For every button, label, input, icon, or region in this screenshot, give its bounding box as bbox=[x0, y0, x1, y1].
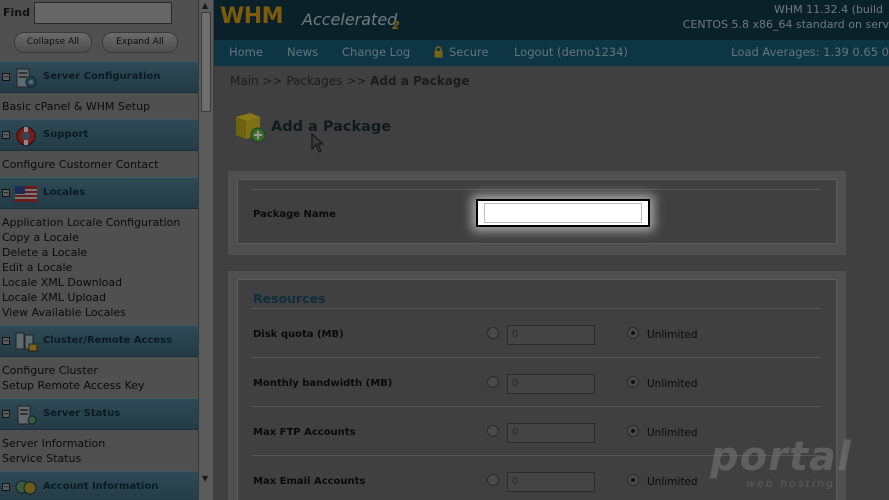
nav-logout[interactable]: Logout (demo1234) bbox=[514, 45, 628, 59]
scrollbar-thumb[interactable] bbox=[201, 12, 211, 112]
collapse-toggle-icon[interactable]: − bbox=[2, 410, 10, 418]
section-title: Locales bbox=[43, 187, 86, 198]
section-title: Support bbox=[43, 129, 89, 140]
expand-all-button[interactable]: Expand All bbox=[102, 32, 178, 53]
lifebuoy-icon bbox=[16, 126, 36, 146]
server-config-icon bbox=[16, 68, 37, 88]
section-support[interactable]: − Support bbox=[0, 119, 198, 151]
page-title: Add a Package bbox=[271, 119, 392, 135]
sidebar-link-basic-setup[interactable]: Basic cPanel & WHM Setup bbox=[2, 100, 150, 113]
divider bbox=[252, 406, 821, 407]
collapse-toggle-icon[interactable]: − bbox=[2, 337, 10, 345]
disk-quota-unlimited-radio[interactable] bbox=[627, 327, 639, 339]
monthly-bandwidth-label: Monthly bandwidth (MB) bbox=[253, 378, 393, 389]
section-server-configuration[interactable]: − Server Configuration bbox=[0, 61, 198, 93]
email-custom-radio[interactable] bbox=[487, 474, 499, 486]
bandwidth-custom-radio[interactable] bbox=[487, 376, 499, 388]
find-label: Find bbox=[3, 6, 30, 19]
sidebar-link-view-locales[interactable]: View Available Locales bbox=[2, 306, 126, 319]
section-server-status[interactable]: − Server Status bbox=[0, 398, 198, 430]
bandwidth-input[interactable]: 0 bbox=[507, 374, 595, 394]
section-locales[interactable]: − Locales bbox=[0, 177, 198, 209]
top-navbar: Home News Change Log Secure Logout (demo… bbox=[214, 40, 889, 66]
server-status-icon bbox=[17, 405, 37, 425]
package-name-input[interactable] bbox=[484, 203, 642, 223]
section-title: Server Configuration bbox=[43, 71, 161, 82]
sidebar-link-xml-download[interactable]: Locale XML Download bbox=[2, 276, 122, 289]
email-input[interactable]: 0 bbox=[507, 472, 595, 492]
logo-version: 2 bbox=[392, 19, 400, 32]
section-account-information[interactable]: − Account Information bbox=[0, 471, 198, 500]
sidebar-scrollbar[interactable]: ▲ ▼ bbox=[198, 0, 213, 500]
disk-quota-input[interactable]: 0 bbox=[507, 325, 595, 345]
logo-accelerated: Accelerated bbox=[302, 10, 398, 29]
ftp-unlimited-radio[interactable] bbox=[627, 425, 639, 437]
divider bbox=[252, 308, 821, 309]
max-ftp-label: Max FTP Accounts bbox=[253, 427, 356, 438]
sidebar-link-copy-locale[interactable]: Copy a Locale bbox=[2, 231, 79, 244]
collapse-toggle-icon[interactable]: − bbox=[2, 483, 10, 491]
section-title: Account Information bbox=[43, 481, 159, 492]
collapse-all-button[interactable]: Collapse All bbox=[14, 32, 92, 53]
package-name-label: Package Name bbox=[253, 209, 336, 220]
unlimited-label: Unlimited bbox=[647, 329, 698, 341]
sidebar-link-delete-locale[interactable]: Delete a Locale bbox=[2, 246, 87, 259]
disk-quota-label: Disk quota (MB) bbox=[253, 329, 344, 340]
ftp-custom-radio[interactable] bbox=[487, 425, 499, 437]
sidebar-link-customer-contact[interactable]: Configure Customer Contact bbox=[2, 158, 159, 171]
lock-icon bbox=[434, 46, 443, 58]
header: WHM Accelerated 2 WHM 11.32.4 (build CEN… bbox=[214, 0, 889, 40]
unlimited-label: Unlimited bbox=[647, 476, 698, 488]
cluster-lock-icon bbox=[15, 332, 38, 352]
sidebar-link-server-information[interactable]: Server Information bbox=[2, 437, 105, 450]
sidebar-link-configure-cluster[interactable]: Configure Cluster bbox=[2, 364, 98, 377]
load-averages: Load Averages: 1.39 0.65 0 bbox=[731, 45, 889, 59]
divider bbox=[252, 357, 821, 358]
scroll-down-arrow-icon[interactable]: ▼ bbox=[202, 474, 208, 483]
logo-whm: WHM bbox=[220, 4, 284, 29]
sidebar-link-edit-locale[interactable]: Edit a Locale bbox=[2, 261, 72, 274]
sidebar-link-app-locale[interactable]: Application Locale Configuration bbox=[2, 216, 180, 229]
find-input[interactable] bbox=[34, 2, 172, 24]
add-package-icon bbox=[236, 113, 266, 143]
find-row: Find bbox=[0, 0, 198, 28]
max-email-label: Max Email Accounts bbox=[253, 476, 366, 487]
bandwidth-unlimited-radio[interactable] bbox=[627, 376, 639, 388]
version-info: WHM 11.32.4 (build bbox=[774, 3, 883, 16]
breadcrumb: Main >> Packages >> Add a Package bbox=[230, 74, 470, 88]
portal-watermark-subtitle: web hosting bbox=[746, 477, 835, 490]
os-info: CENTOS 5.8 x86_64 standard on serv bbox=[682, 18, 889, 31]
unlimited-label: Unlimited bbox=[647, 427, 698, 439]
divider bbox=[252, 189, 821, 190]
collapse-toggle-icon[interactable]: − bbox=[2, 131, 10, 139]
sidebar: Find Collapse All Expand All − Server Co… bbox=[0, 0, 198, 500]
sidebar-link-xml-upload[interactable]: Locale XML Upload bbox=[2, 291, 106, 304]
main-content: Main >> Packages >> Add a Package Add a … bbox=[214, 66, 889, 500]
scroll-up-arrow-icon[interactable]: ▲ bbox=[202, 1, 208, 10]
unlimited-label: Unlimited bbox=[647, 378, 698, 390]
section-cluster-remote-access[interactable]: − Cluster/Remote Access bbox=[0, 325, 198, 357]
sidebar-link-remote-access-key[interactable]: Setup Remote Access Key bbox=[2, 379, 145, 392]
nav-news[interactable]: News bbox=[287, 45, 318, 59]
nav-change-log[interactable]: Change Log bbox=[342, 45, 410, 59]
sidebar-link-service-status[interactable]: Service Status bbox=[2, 452, 81, 465]
breadcrumb-current: Add a Package bbox=[370, 74, 470, 88]
portal-watermark: portal bbox=[710, 434, 852, 480]
nav-secure[interactable]: Secure bbox=[449, 45, 489, 59]
ftp-input[interactable]: 0 bbox=[507, 423, 595, 443]
resources-title: Resources bbox=[253, 291, 326, 306]
collapse-toggle-icon[interactable]: − bbox=[2, 73, 10, 81]
disk-quota-custom-radio[interactable] bbox=[487, 327, 499, 339]
section-title: Server Status bbox=[43, 408, 121, 419]
collapse-toggle-icon[interactable]: − bbox=[2, 189, 10, 197]
nav-home[interactable]: Home bbox=[229, 45, 263, 59]
breadcrumb-path[interactable]: Main >> Packages >> bbox=[230, 74, 370, 88]
flag-icon bbox=[15, 186, 37, 202]
section-title: Cluster/Remote Access bbox=[43, 335, 173, 346]
email-unlimited-radio[interactable] bbox=[627, 474, 639, 486]
account-icon bbox=[15, 480, 37, 495]
mouse-cursor-icon bbox=[311, 133, 325, 153]
